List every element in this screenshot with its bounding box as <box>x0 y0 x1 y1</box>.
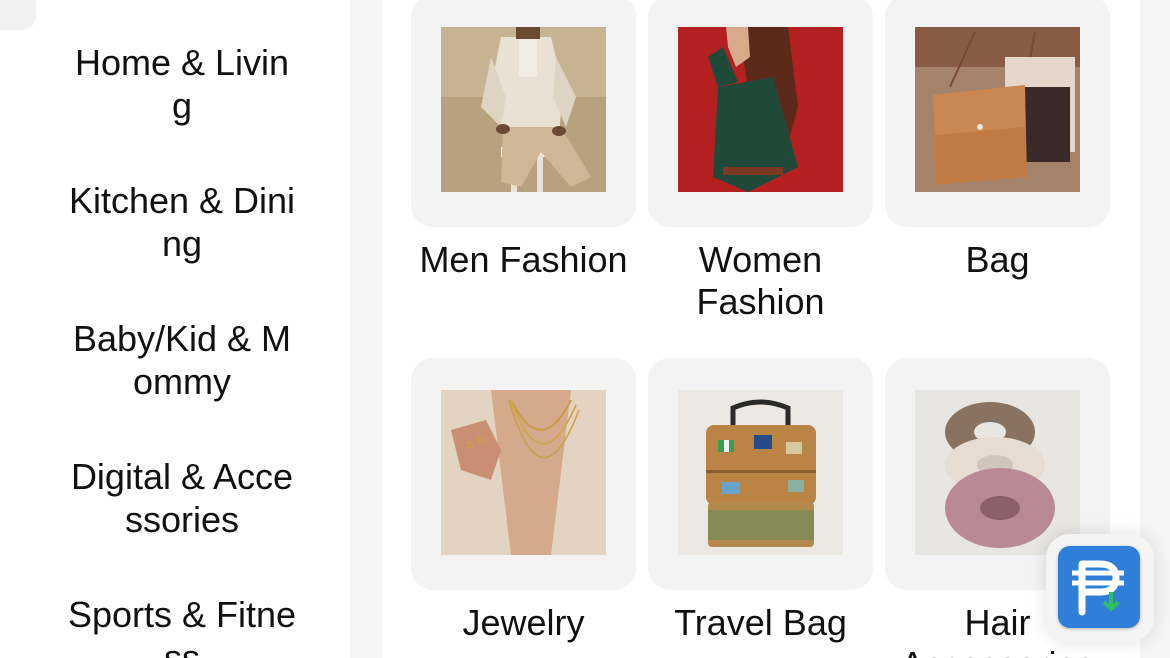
category-tile-travel-bag[interactable]: Travel Bag <box>648 358 873 644</box>
travel-bag-image <box>678 390 843 555</box>
category-page: Home & Living Kitchen & Dining Baby/Kid … <box>0 0 1170 658</box>
gutter <box>350 0 382 658</box>
sidebar-item-sports-fitness[interactable]: Sports & Fitness <box>66 593 298 658</box>
sidebar-item-baby-kid-mommy[interactable]: Baby/Kid & Mommy <box>66 317 298 403</box>
category-tile-men-fashion[interactable]: Men Fashion <box>411 0 636 281</box>
category-tile-bag[interactable]: Bag <box>885 0 1110 281</box>
jewelry-image <box>441 390 606 555</box>
category-label: Travel Bag <box>674 602 847 643</box>
category-sidebar: Home & Living Kitchen & Dining Baby/Kid … <box>0 0 350 658</box>
bag-image <box>915 27 1080 192</box>
floating-app-badge[interactable] <box>1046 534 1154 642</box>
category-card <box>648 358 873 590</box>
category-label: Women Fashion <box>696 239 825 322</box>
men-fashion-image <box>441 27 606 192</box>
category-card <box>648 0 873 227</box>
sidebar-item-kitchen-dining[interactable]: Kitchen & Dining <box>66 179 298 265</box>
sidebar-item-digital-accessories[interactable]: Digital & Accessories <box>66 455 298 541</box>
category-tile-women-fashion[interactable]: Women Fashion <box>648 0 873 323</box>
category-card <box>411 0 636 227</box>
category-card <box>411 358 636 590</box>
peso-download-icon[interactable] <box>1058 546 1140 628</box>
women-fashion-image <box>678 27 843 192</box>
category-card <box>885 0 1110 227</box>
category-tile-jewelry[interactable]: Jewelry <box>411 358 636 644</box>
category-label: Bag <box>965 239 1030 280</box>
category-label: Jewelry <box>462 602 585 643</box>
category-grid: Men Fashion Women Fashion Bag Jewelry Tr… <box>382 0 1140 658</box>
sidebar-item-home-living[interactable]: Home & Living <box>66 41 298 127</box>
category-label: Men Fashion <box>419 239 628 280</box>
sidebar-top-tab <box>0 0 36 30</box>
hair-accessories-image <box>915 390 1080 555</box>
